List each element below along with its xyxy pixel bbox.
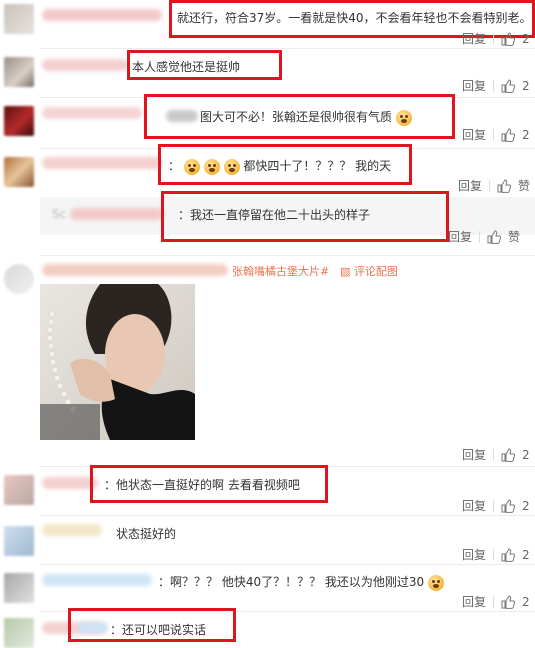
thumbs-up-icon[interactable] (501, 447, 516, 462)
thumbs-up-icon[interactable] (501, 498, 516, 513)
hashtag-link[interactable]: 张翰嘴橘古堡大片# (232, 263, 329, 279)
highlight-box (158, 144, 412, 185)
reply-button[interactable]: 回复 (462, 497, 486, 514)
reply-button[interactable]: 回复 (462, 593, 486, 610)
comment-actions: 回复 2 (462, 546, 530, 563)
comment-actions: 回复 赞 (448, 228, 520, 245)
divider (493, 499, 495, 512)
username[interactable] (42, 524, 102, 536)
image-icon: ▧ (340, 265, 351, 278)
highlight-box (127, 50, 282, 80)
avatar[interactable] (4, 57, 34, 87)
comment-2: 本人感觉他还是挺帅 回复 2 (0, 49, 535, 97)
comment-actions: 回复 2 (462, 593, 530, 610)
username[interactable] (70, 208, 164, 220)
comment-6: ：他状态一直挺好的啊 去看看视频吧 回复 2 (0, 465, 535, 515)
avatar[interactable] (4, 264, 34, 294)
avatar[interactable] (4, 573, 34, 603)
reply-button[interactable]: 回复 (462, 30, 486, 47)
username[interactable] (42, 264, 228, 276)
highlight-box (90, 465, 328, 503)
divider (493, 595, 495, 608)
thumbs-up-icon[interactable] (501, 547, 516, 562)
username[interactable] (42, 107, 142, 119)
username[interactable] (42, 59, 128, 71)
highlight-box (144, 94, 455, 139)
comment-actions: 回复 2 (462, 77, 530, 94)
divider (479, 230, 481, 243)
like-label: 赞 (508, 230, 521, 244)
thumbs-up-icon[interactable] (501, 78, 516, 93)
divider (489, 179, 491, 192)
comment-3: 图大可不必！张翰还是很帅很有气质 回复 2 (0, 94, 535, 148)
comment-1: 就还行，符合37岁。一看就是快40，不会看年轻也不会看特别老。 回复 2 (0, 0, 535, 48)
comment-actions: 回复 赞 (458, 177, 530, 194)
reply-button[interactable]: 回复 (462, 446, 486, 463)
comment-8: ：啊？？？ 他快40了？！？？ 我还以为他刚过30 回复 2 (0, 565, 535, 611)
thumbs-up-icon[interactable] (501, 127, 516, 142)
divider (493, 128, 495, 141)
reply-button[interactable]: 回复 (462, 77, 486, 94)
like-count: 2 (522, 498, 530, 513)
avatar[interactable] (4, 106, 34, 136)
like-count: 2 (522, 31, 530, 46)
comment-7: 状态挺好的 回复 2 (0, 516, 535, 564)
comment-actions: 回复 2 (462, 30, 530, 47)
like-count: 2 (522, 447, 530, 462)
avatar[interactable] (4, 475, 34, 505)
divider (493, 548, 495, 561)
like-label: 赞 (518, 179, 531, 193)
comment-4: ： 都快四十了！？？？ 我的天 回复 赞 Sc ：我还一直停留在他二十出头的样子… (0, 144, 535, 249)
thumbs-up-icon[interactable] (501, 594, 516, 609)
comment-9: ：还可以吧说实话 (0, 608, 535, 648)
avatar[interactable] (4, 618, 34, 648)
comment-photo[interactable] (40, 284, 195, 440)
shocked-emoji-icon (428, 574, 444, 591)
comment-actions: 回复 2 (462, 497, 530, 514)
avatar[interactable] (4, 526, 34, 556)
reply-button[interactable]: 回复 (458, 177, 482, 194)
highlight-box (68, 608, 236, 642)
highlight-box (161, 191, 449, 242)
comment-actions: 回复 2 (462, 126, 530, 143)
thumbs-up-icon[interactable] (487, 229, 502, 244)
comment-actions: 回复 2 (462, 446, 530, 463)
username[interactable] (42, 157, 162, 169)
divider (493, 448, 495, 461)
comment-text: 状态挺好的 (116, 527, 177, 541)
avatar[interactable] (4, 157, 34, 187)
comment-5: 张翰嘴橘古堡大片# ▧ 评论配图 回复 2 (0, 256, 535, 466)
reply-button[interactable]: 回复 (462, 126, 486, 143)
comment-text: ：啊？？？ 他快40了？！？？ 我还以为他刚过30 (158, 573, 444, 591)
divider (493, 32, 495, 45)
comment-picture-link[interactable]: ▧ 评论配图 (340, 263, 398, 279)
username[interactable] (42, 574, 152, 586)
like-count: 2 (522, 78, 530, 93)
username[interactable] (42, 9, 162, 21)
reply-button[interactable]: 回复 (462, 546, 486, 563)
divider (493, 79, 495, 92)
reply-button[interactable]: 回复 (448, 228, 472, 245)
thumbs-up-icon[interactable] (501, 31, 516, 46)
avatar[interactable] (4, 4, 34, 34)
like-count: 2 (522, 127, 530, 142)
like-count: 2 (522, 594, 530, 609)
like-count: 2 (522, 547, 530, 562)
nested-reply-prefix: Sc (52, 207, 67, 221)
thumbs-up-icon[interactable] (497, 178, 512, 193)
